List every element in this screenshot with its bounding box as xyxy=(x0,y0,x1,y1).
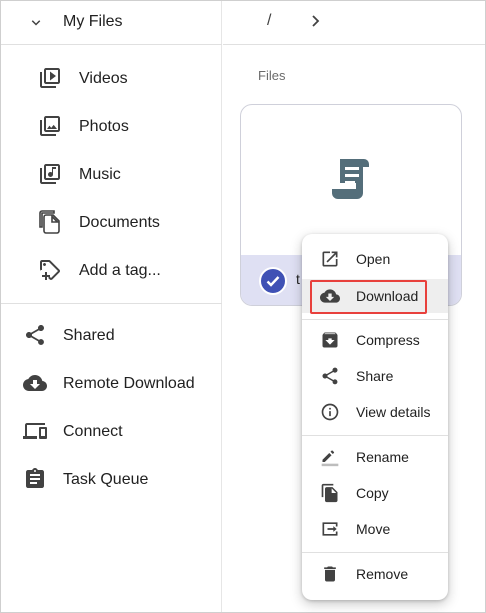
documents-icon xyxy=(39,210,60,234)
script-icon xyxy=(332,159,369,199)
menu-item-move[interactable]: Move xyxy=(302,512,448,546)
music-library-icon xyxy=(40,164,60,184)
section-title-files: Files xyxy=(258,68,286,83)
chevron-right-icon[interactable] xyxy=(309,12,323,30)
menu-divider xyxy=(302,552,448,553)
cloud-download-icon xyxy=(23,375,47,391)
menu-item-share[interactable]: Share xyxy=(302,359,448,393)
menu-item-label: Rename xyxy=(356,449,409,465)
file-name: t xyxy=(296,271,300,287)
sidebar-item-task-queue[interactable]: Task Queue xyxy=(1,457,222,501)
share-icon xyxy=(322,367,338,385)
photo-library-icon xyxy=(40,116,60,136)
menu-divider xyxy=(302,319,448,320)
menu-item-label: View details xyxy=(356,404,431,420)
info-icon xyxy=(321,403,339,421)
menu-item-label: Move xyxy=(356,521,391,537)
sidebar-item-label: Connect xyxy=(63,423,123,440)
sidebar: My Files Videos Photos Music Documents A… xyxy=(1,1,222,612)
sidebar-root-label: My Files xyxy=(63,13,123,30)
menu-item-label: Share xyxy=(356,368,394,384)
menu-divider xyxy=(302,435,448,436)
sidebar-root-my-files[interactable]: My Files xyxy=(1,1,222,45)
sidebar-item-label: Shared xyxy=(63,327,115,344)
sidebar-item-remote-download[interactable]: Remote Download xyxy=(1,361,222,405)
breadcrumb: / xyxy=(223,1,485,45)
sidebar-item-label: Music xyxy=(79,166,121,183)
menu-item-compress[interactable]: Compress xyxy=(302,323,448,357)
sidebar-item-label: Documents xyxy=(79,214,160,231)
trash-icon xyxy=(324,566,336,582)
sidebar-item-documents[interactable]: Documents xyxy=(1,200,222,244)
menu-item-remove[interactable]: Remove xyxy=(302,557,448,591)
sidebar-divider xyxy=(1,303,222,304)
download-highlight-box xyxy=(310,280,427,314)
menu-item-open[interactable]: Open xyxy=(302,242,448,276)
sidebar-item-photos[interactable]: Photos xyxy=(1,104,222,148)
video-library-icon xyxy=(40,68,60,88)
sidebar-item-videos[interactable]: Videos xyxy=(1,56,222,100)
clipboard-icon xyxy=(26,468,44,488)
chevron-down-icon[interactable] xyxy=(27,14,45,32)
sidebar-item-label: Videos xyxy=(79,70,128,87)
selected-check-icon[interactable] xyxy=(259,267,287,295)
pencil-icon xyxy=(321,450,339,467)
sidebar-item-label: Remote Download xyxy=(63,375,195,392)
menu-item-label: Open xyxy=(356,251,391,267)
move-icon xyxy=(322,522,338,536)
sidebar-item-label: Task Queue xyxy=(63,471,149,488)
share-icon xyxy=(26,325,44,345)
menu-item-label: Copy xyxy=(356,485,389,501)
open-in-new-icon xyxy=(322,251,338,267)
sidebar-item-connect[interactable]: Connect xyxy=(1,409,222,453)
copy-icon xyxy=(321,483,338,503)
menu-item-view-details[interactable]: View details xyxy=(302,395,448,429)
devices-icon xyxy=(23,423,47,439)
add-tag-icon xyxy=(40,260,60,280)
breadcrumb-root[interactable]: / xyxy=(267,12,271,30)
sidebar-item-add-tag[interactable]: Add a tag... xyxy=(1,248,222,292)
archive-icon xyxy=(322,332,338,348)
sidebar-item-label: Add a tag... xyxy=(79,262,161,279)
menu-item-label: Compress xyxy=(356,332,420,348)
menu-item-copy[interactable]: Copy xyxy=(302,476,448,510)
sidebar-item-label: Photos xyxy=(79,118,129,135)
sidebar-item-shared[interactable]: Shared xyxy=(1,313,222,357)
menu-item-label: Remove xyxy=(356,566,409,582)
menu-item-rename[interactable]: Rename xyxy=(302,440,448,474)
sidebar-item-music[interactable]: Music xyxy=(1,152,222,196)
